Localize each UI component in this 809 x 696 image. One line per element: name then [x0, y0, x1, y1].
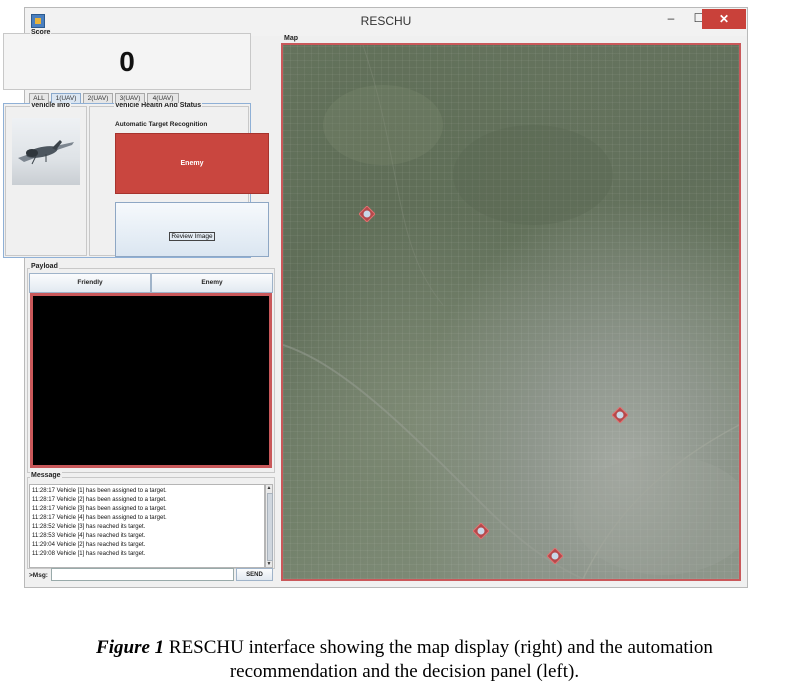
tab-uav-1[interactable]: 1(UAV): [51, 93, 81, 103]
atr-label: Automatic Target Recognition: [115, 121, 208, 128]
uav-diamond-icon: [546, 547, 564, 565]
scroll-down-icon[interactable]: ▼: [266, 561, 272, 568]
friendly-button[interactable]: Friendly: [29, 273, 151, 293]
send-button[interactable]: SEND: [236, 568, 273, 581]
map-terrain: [283, 45, 739, 579]
tab-uav-4[interactable]: 4(UAV): [147, 93, 179, 103]
enemy-button[interactable]: Enemy: [151, 273, 273, 293]
window-title: RESCHU: [360, 14, 412, 28]
atr-recommendation: Enemy: [115, 133, 269, 194]
title-bar[interactable]: RESCHU – ☐ ✕: [25, 8, 747, 36]
uav-diamond-icon: [611, 406, 629, 424]
uav-marker-4[interactable]: [546, 547, 564, 565]
tab-uav-0[interactable]: ALL: [29, 93, 49, 103]
message-scrollbar[interactable]: ▲ ▼: [265, 484, 273, 568]
figure-caption: Figure 1 RESCHU interface showing the ma…: [0, 636, 809, 684]
review-image-label: Review Image: [169, 232, 215, 241]
uav-drone-icon: [18, 140, 74, 165]
payload-label: Payload: [30, 263, 59, 270]
caption-text-1: RESCHU interface showing the map display…: [164, 637, 713, 658]
scroll-thumb[interactable]: [267, 493, 273, 561]
list-item: 11:28:17 Vehicle [2] has been assigned t…: [32, 497, 167, 503]
msg-input-label: >Msg:: [29, 572, 48, 579]
review-image-button[interactable]: Review Image: [115, 202, 269, 257]
score-label: Score: [30, 29, 52, 36]
uav-marker-3[interactable]: [472, 522, 490, 540]
message-label: Message: [30, 472, 62, 479]
list-item: 11:28:53 Vehicle [4] has reached its tar…: [32, 533, 146, 539]
tab-uav-3[interactable]: 3(UAV): [115, 93, 145, 103]
uav-marker-1[interactable]: [358, 205, 376, 223]
list-item: 11:29:04 Vehicle [2] has reached its tar…: [32, 542, 146, 548]
atr-recommendation-text: Enemy: [180, 160, 204, 167]
caption-text-2: recommendation and the decision panel (l…: [229, 661, 580, 682]
uav-marker-2[interactable]: [611, 406, 629, 424]
scroll-up-icon[interactable]: ▲: [266, 485, 272, 492]
tab-uav-2[interactable]: 2(UAV): [83, 93, 113, 103]
close-button[interactable]: ✕: [702, 9, 746, 29]
list-item: 11:28:17 Vehicle [1] has been assigned t…: [32, 488, 167, 494]
list-item: 11:28:52 Vehicle [3] has reached its tar…: [32, 524, 146, 530]
minimize-button[interactable]: –: [657, 8, 685, 28]
message-log[interactable]: 11:28:17 Vehicle [1] has been assigned t…: [29, 484, 265, 568]
list-item: 11:28:17 Vehicle [3] has been assigned t…: [32, 506, 167, 512]
payload-video-screen: [30, 293, 272, 468]
map-display[interactable]: [281, 43, 741, 581]
map-label: Map: [283, 35, 299, 42]
uav-diamond-icon: [472, 522, 490, 540]
uav-photo: [12, 118, 80, 185]
uav-diamond-icon: [358, 205, 376, 223]
message-input[interactable]: [51, 568, 234, 581]
score-value: 0: [119, 46, 135, 77]
list-item: 11:29:08 Vehicle [1] has reached its tar…: [32, 551, 146, 557]
list-item: 11:28:17 Vehicle [4] has been assigned t…: [32, 515, 167, 521]
figure-number: Figure 1: [96, 637, 165, 658]
